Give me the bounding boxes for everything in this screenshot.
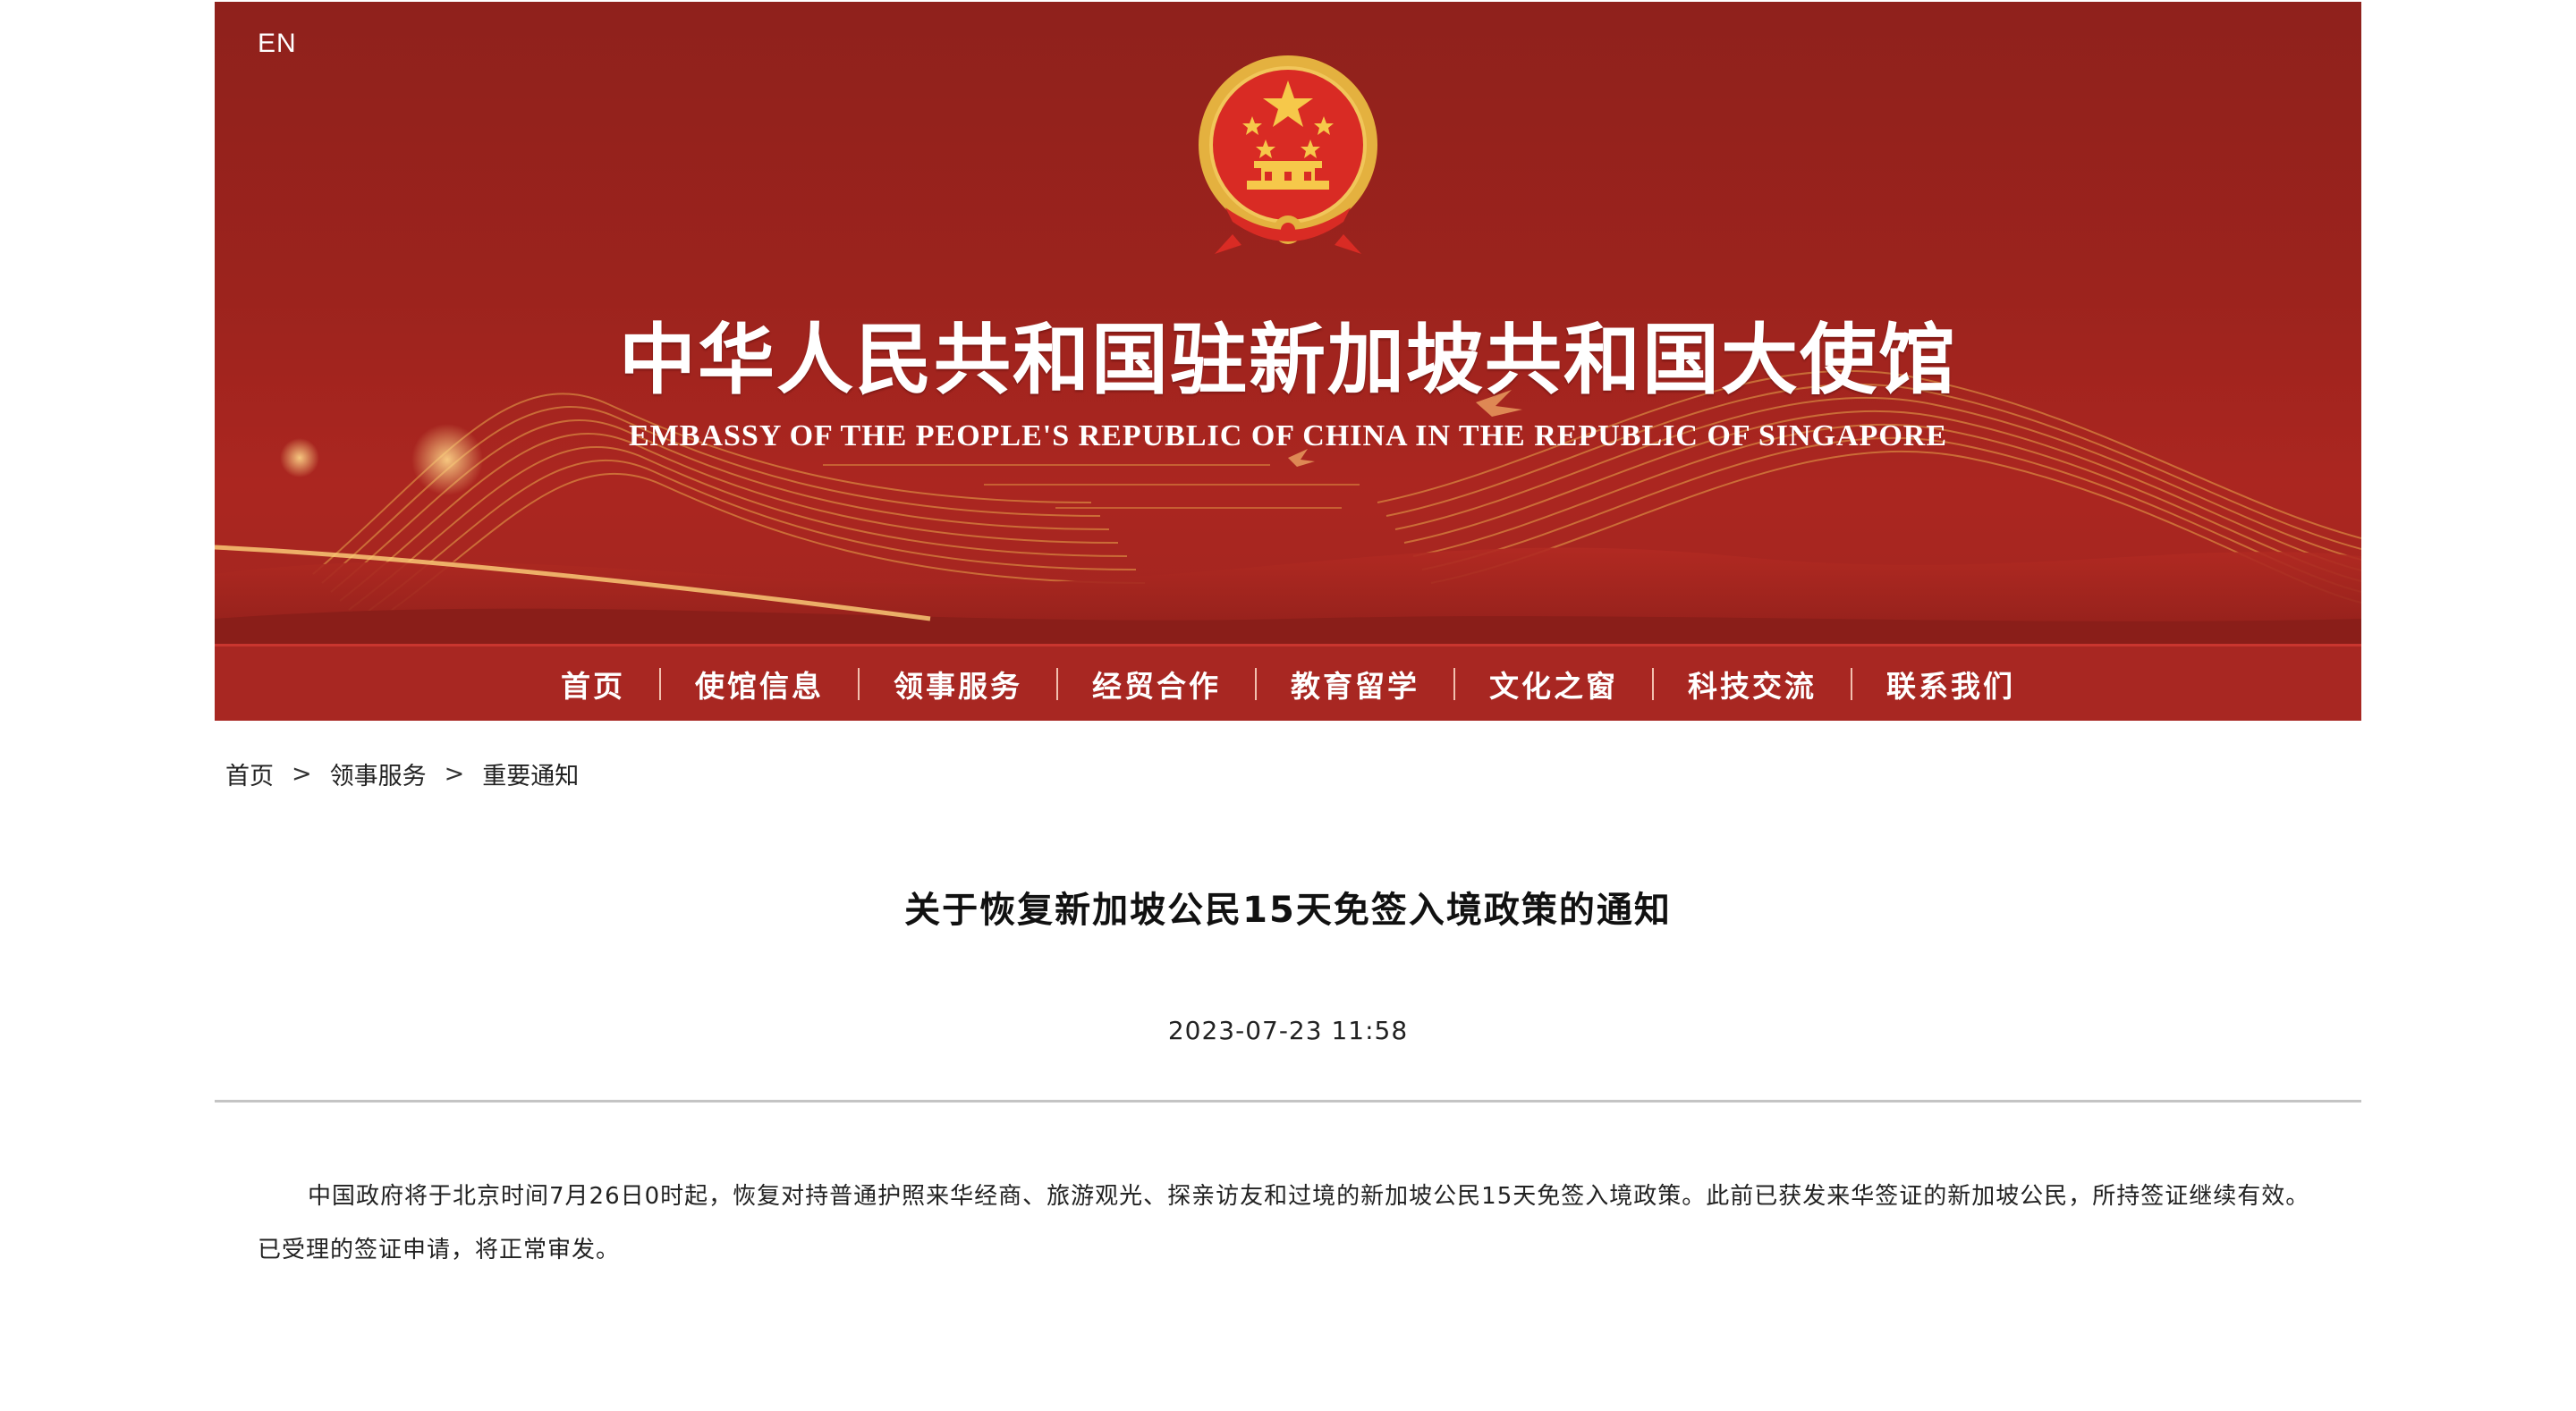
national-emblem [1199,55,1377,254]
article-title: 关于恢复新加坡公民15天免签入境政策的通知 [904,890,1672,931]
nav-item-science-tech[interactable]: 科技交流 [1654,663,1851,706]
breadcrumb-important-notices[interactable]: 重要通知 [482,756,579,791]
language-switch-en[interactable]: EN [258,29,297,59]
nav-item-contact-us[interactable]: 联系我们 [1852,663,2049,706]
embassy-title-chinese: 中华人民共和国驻新加坡共和国大使馆 [619,315,1957,405]
nav-item-consular-services[interactable]: 领事服务 [860,663,1056,706]
breadcrumb-separator: > [292,760,312,788]
breadcrumb: 首页 > 领事服务 > 重要通知 [225,756,579,791]
main-navigation: 首页 使馆信息 领事服务 经贸合作 教育留学 文化之窗 科技交流 联系我们 [215,644,2361,721]
embassy-title-english: EMBASSY OF THE PEOPLE'S REPUBLIC OF CHIN… [629,419,1947,452]
nav-item-home[interactable]: 首页 [527,663,659,706]
article-body: 中国政府将于北京时间7月26日0时起，恢复对持普通护照来华经商、旅游观光、探亲访… [258,1183,2310,1263]
content-divider [215,1100,2361,1103]
breadcrumb-home[interactable]: 首页 [225,756,274,791]
page-container: EN 中华人民共和国驻新加坡共和国大使馆 EMBASSY OF THE PEOP… [215,0,2361,1411]
nav-item-culture[interactable]: 文化之窗 [1455,663,1652,706]
breadcrumb-separator: > [444,760,465,788]
header-banner: EN 中华人民共和国驻新加坡共和国大使馆 EMBASSY OF THE PEOP… [215,2,2361,644]
article-date: 2023-07-23 11:58 [1167,1016,1409,1045]
nav-item-embassy-info[interactable]: 使馆信息 [661,663,858,706]
breadcrumb-consular-services[interactable]: 领事服务 [330,756,427,791]
nav-item-economy-trade[interactable]: 经贸合作 [1058,663,1255,706]
nav-item-education[interactable]: 教育留学 [1257,663,1453,706]
